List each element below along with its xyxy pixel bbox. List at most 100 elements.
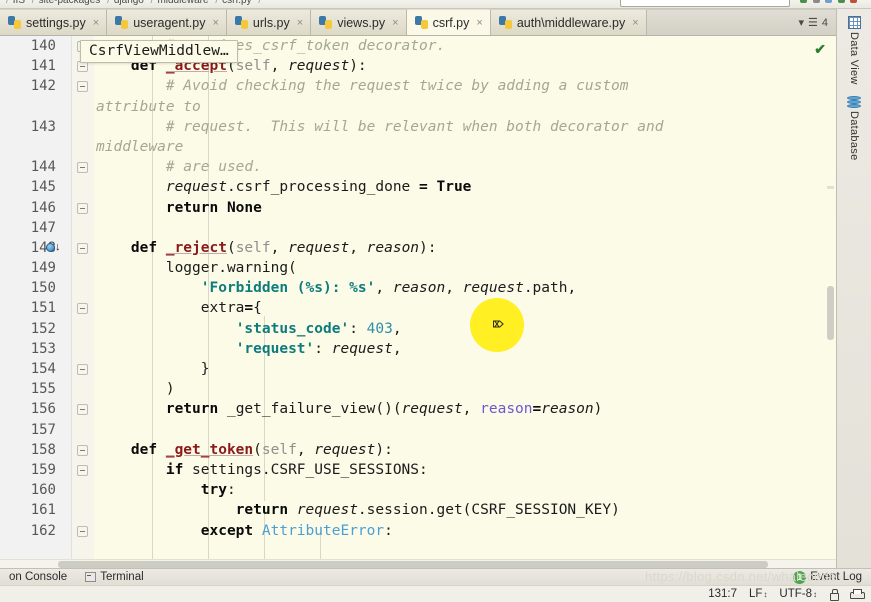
code-line[interactable]: 148 ↓ def _reject(self, request, reason): bbox=[0, 238, 836, 258]
code-token: ( bbox=[253, 441, 262, 458]
code-fold-icon[interactable] bbox=[77, 162, 88, 174]
code-line[interactable]: 146 return None bbox=[0, 198, 836, 218]
sticky-class-header[interactable]: CsrfViewMiddlew… bbox=[80, 40, 238, 63]
line-number: 143 bbox=[30, 118, 56, 135]
stop-icon[interactable] bbox=[812, 0, 820, 3]
code-line[interactable]: 144 # are used. bbox=[0, 157, 836, 177]
editor-vertical-scrollbar[interactable] bbox=[827, 286, 834, 340]
overriding-method-icon[interactable]: ↓ bbox=[46, 241, 61, 254]
tool-window-database[interactable]: Database bbox=[838, 93, 871, 167]
inspection-status-icon[interactable]: ✔ bbox=[814, 41, 826, 58]
code-line[interactable]: 143 # request. This will be relevant whe… bbox=[0, 117, 836, 157]
code-token: request bbox=[296, 502, 358, 519]
editor-tab-auth-middleware-py[interactable]: auth\middleware.py × bbox=[490, 9, 647, 35]
code-line[interactable]: 151 extra={ bbox=[0, 298, 836, 318]
code-line[interactable]: 158 def _get_token(self, request): bbox=[0, 440, 836, 460]
code-token: } bbox=[96, 361, 210, 378]
tool-window-python-console[interactable]: on Console bbox=[0, 571, 76, 583]
code-token: reason bbox=[366, 239, 420, 256]
tool-window-terminal[interactable]: Terminal bbox=[76, 571, 152, 583]
code-line[interactable]: 160 try: bbox=[0, 480, 836, 500]
code-line[interactable]: 162 except AttributeError: bbox=[0, 521, 836, 541]
code-token: self bbox=[235, 58, 271, 75]
code-line[interactable]: 147 bbox=[0, 218, 836, 238]
line-number: 146 bbox=[30, 199, 56, 216]
code-line[interactable]: 152 'status_code': 403, bbox=[0, 319, 836, 339]
editor-tab-urls-py[interactable]: urls.py × bbox=[226, 9, 312, 35]
code-line[interactable]: 154 } bbox=[0, 359, 836, 379]
editor-horizontal-scrollbar[interactable] bbox=[0, 559, 836, 568]
encoding-selector[interactable]: UTF-8 ↕ bbox=[779, 588, 817, 600]
run-icon[interactable] bbox=[800, 0, 807, 3]
code-fold-icon[interactable] bbox=[77, 525, 88, 537]
code-line[interactable]: 155 ) bbox=[0, 379, 836, 399]
close-icon[interactable]: × bbox=[297, 17, 303, 29]
scrollbar-thumb[interactable] bbox=[58, 561, 768, 568]
chevron-down-icon[interactable]: ▾ bbox=[798, 16, 804, 29]
event-log-button[interactable]: 1 Event Log bbox=[784, 570, 871, 584]
print-margin-button[interactable] bbox=[850, 589, 865, 599]
code-line[interactable]: 156 return _get_failure_view()(request, … bbox=[0, 399, 836, 419]
tab-list-icon[interactable]: ☰ bbox=[808, 16, 818, 29]
editor-tab-views-py[interactable]: views.py × bbox=[311, 9, 407, 35]
close-icon[interactable]: × bbox=[476, 17, 482, 29]
debug-icon[interactable] bbox=[825, 0, 833, 3]
code-token: 'Forbidden (%s): %s' bbox=[200, 280, 376, 297]
code-fold-icon[interactable] bbox=[77, 404, 88, 416]
tool-window-label: Database bbox=[848, 110, 860, 161]
code-line[interactable]: 161 return request.session.get(CSRF_SESS… bbox=[0, 500, 836, 520]
close-icon[interactable]: × bbox=[392, 17, 398, 29]
code-fold-icon[interactable] bbox=[77, 242, 88, 254]
code-fold-icon[interactable] bbox=[77, 303, 88, 315]
code-line[interactable]: 145 request.csrf_processing_done = True bbox=[0, 177, 836, 197]
code-lines-container[interactable]: 140 # requires_csrf_token decorator. 141 … bbox=[0, 36, 836, 568]
code-editor[interactable]: ✔ 140 # requires_csrf_token decorator. 14… bbox=[0, 36, 836, 568]
code-token: , bbox=[375, 280, 393, 297]
line-number: 149 bbox=[30, 260, 56, 277]
close-icon[interactable]: × bbox=[212, 17, 218, 29]
code-line[interactable]: 150 'Forbidden (%s): %s', reason, reques… bbox=[0, 278, 836, 298]
step-icon[interactable] bbox=[837, 0, 845, 3]
code-fold-icon[interactable] bbox=[77, 364, 88, 376]
code-text: 'request': request, bbox=[96, 339, 836, 359]
breadcrumb[interactable]: / IIS / site-packages / django / middleware … bbox=[4, 0, 263, 6]
code-line[interactable]: 153 'request': request, bbox=[0, 339, 836, 359]
record-icon[interactable] bbox=[850, 0, 858, 3]
code-text-continuation: attribute to bbox=[96, 97, 836, 117]
code-line[interactable]: 157 bbox=[0, 420, 836, 440]
code-fold-icon[interactable] bbox=[77, 444, 88, 456]
scrollbar-marker[interactable] bbox=[827, 186, 834, 189]
code-token: , bbox=[270, 58, 289, 75]
code-token: 'request' bbox=[235, 340, 315, 357]
tab-overflow-count: 4 bbox=[821, 16, 828, 29]
caret-position[interactable]: 131:7 bbox=[708, 588, 737, 600]
code-line[interactable]: 142 # Avoid checking the request twice b… bbox=[0, 76, 836, 116]
code-token: True bbox=[436, 179, 472, 196]
editor-tab-csrf-py[interactable]: csrf.py × bbox=[406, 9, 491, 35]
code-line[interactable]: 149 logger.warning( bbox=[0, 258, 836, 278]
code-token: self bbox=[235, 239, 271, 256]
code-token: : bbox=[226, 482, 236, 499]
toolbar-icon-group[interactable] bbox=[800, 0, 858, 5]
code-fold-icon[interactable] bbox=[77, 81, 88, 93]
code-token: , bbox=[392, 320, 402, 337]
tab-label: settings.py bbox=[26, 15, 86, 30]
close-icon[interactable]: × bbox=[632, 17, 638, 29]
breadcrumb-item: site-packages bbox=[38, 0, 101, 6]
editor-tab-settings-py[interactable]: settings.py × bbox=[0, 9, 108, 35]
line-separator-selector[interactable]: LF ↕ bbox=[749, 588, 767, 600]
close-icon[interactable]: × bbox=[93, 17, 99, 29]
line-number: 153 bbox=[30, 340, 56, 357]
tool-window-data-view[interactable]: Data View bbox=[838, 13, 871, 91]
search-input[interactable] bbox=[620, 0, 790, 7]
tab-label: useragent.py bbox=[133, 15, 206, 30]
code-fold-icon[interactable] bbox=[77, 202, 88, 214]
terminal-icon bbox=[85, 572, 97, 582]
chevron-updown-icon: ↕ bbox=[813, 589, 817, 599]
code-fold-icon[interactable] bbox=[77, 464, 88, 476]
editor-tab-useragent-py[interactable]: useragent.py × bbox=[107, 9, 227, 35]
read-only-toggle[interactable] bbox=[829, 589, 839, 601]
code-line[interactable]: 159 if settings.CSRF_USE_SESSIONS: bbox=[0, 460, 836, 480]
